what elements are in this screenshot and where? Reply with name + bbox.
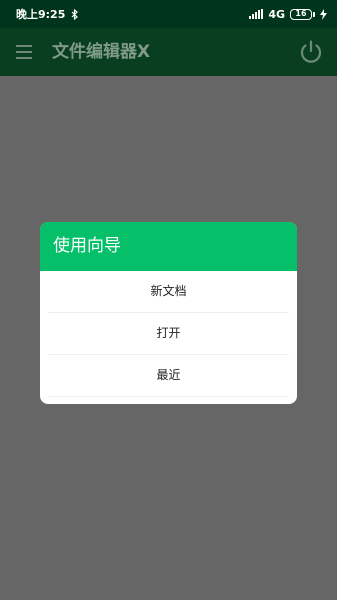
hamburger-menu-icon[interactable] — [16, 45, 32, 59]
network-type: 4G — [268, 7, 285, 21]
app-toolbar: 文件编辑器X — [0, 28, 337, 76]
wizard-dialog: 使用向导 新文档 打开 最近 — [40, 222, 297, 404]
power-icon[interactable] — [298, 39, 324, 65]
battery-icon: 16 — [290, 8, 315, 20]
battery-level: 16 — [290, 8, 312, 20]
option-new-document[interactable]: 新文档 — [48, 271, 289, 313]
dialog-options: 新文档 打开 最近 — [48, 271, 289, 397]
status-time: 晚上9:25 — [16, 8, 66, 21]
option-open[interactable]: 打开 — [48, 313, 289, 355]
option-recent[interactable]: 最近 — [48, 355, 289, 397]
signal-icon — [249, 9, 264, 19]
lightning-icon — [320, 8, 327, 20]
dialog-title: 使用向导 — [40, 222, 297, 271]
status-bar: 晚上9:25 4G 16 — [0, 0, 337, 28]
bluetooth-icon — [71, 8, 79, 20]
app-title: 文件编辑器X — [52, 42, 151, 62]
